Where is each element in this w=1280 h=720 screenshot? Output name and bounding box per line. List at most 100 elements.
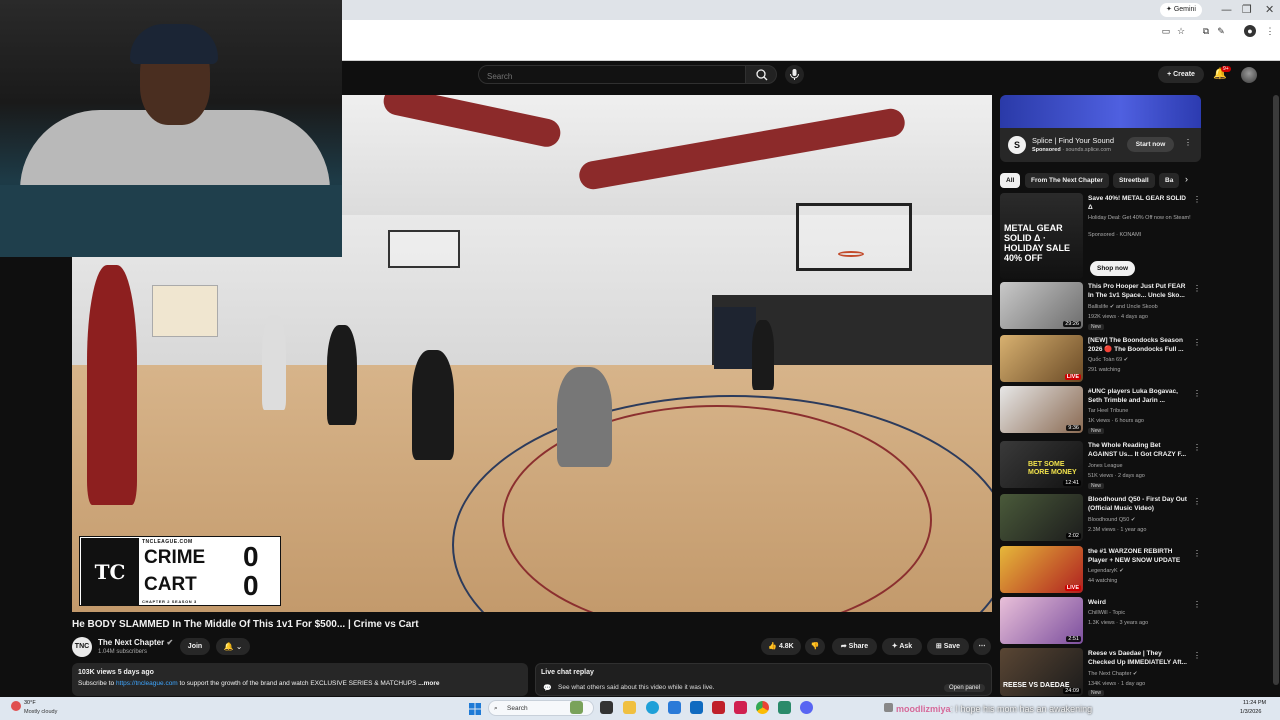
voice-search-button[interactable] — [785, 65, 804, 84]
channel-avatar[interactable]: TNC — [72, 637, 92, 657]
gemini-button[interactable]: ✦ Gemini — [1160, 3, 1202, 17]
rec-title[interactable]: Bloodhound Q50 - First Day Out (Official… — [1088, 496, 1190, 513]
rec-title[interactable]: This Pro Hooper Just Put FEAR In The 1v1… — [1088, 283, 1190, 300]
save-button[interactable]: ⊞ Save — [927, 638, 969, 655]
outlook-icon[interactable] — [690, 701, 703, 714]
windows-start-icon[interactable] — [469, 702, 481, 715]
referee-figure — [752, 320, 774, 390]
minimize-button[interactable]: — — [1221, 3, 1232, 16]
rec-thumbnail[interactable]: BET SOME MORE MONEY 12:41 — [1000, 441, 1083, 488]
browser-menu-icon[interactable]: ⋮ — [1264, 25, 1276, 37]
sidebar-ad-card[interactable]: S Splice | Find Your Sound Sponsored · s… — [1000, 95, 1201, 162]
rec-thumbnail[interactable]: 9:36 — [1000, 386, 1083, 433]
create-button[interactable]: + Create — [1158, 66, 1204, 83]
pin-icon[interactable]: ✎ — [1215, 25, 1227, 37]
rec-thumbnail[interactable]: REESE VS DAEDAE 24:09 — [1000, 648, 1083, 696]
task-view-icon[interactable] — [600, 701, 613, 714]
rec-meta1: ChillWill - Topic — [1088, 610, 1126, 616]
profile-icon[interactable]: ● — [1244, 25, 1256, 37]
rec-meta1: Jones League — [1088, 463, 1123, 469]
rec-more-icon[interactable]: ⋮ — [1193, 338, 1201, 347]
rec-more-icon[interactable]: ⋮ — [1193, 549, 1201, 558]
store-icon[interactable] — [668, 701, 681, 714]
rec-title[interactable]: The Whole Reading Bet AGAINST Us... It G… — [1088, 442, 1190, 459]
taskbar-time[interactable]: 11:24 PM — [1243, 700, 1266, 706]
rec-more-icon[interactable]: ⋮ — [1193, 389, 1201, 398]
weather-temp[interactable]: 30°F — [24, 700, 36, 706]
streamer-webcam — [0, 0, 342, 257]
search-button[interactable] — [745, 65, 777, 84]
rec-thumbnail[interactable]: LIVE — [1000, 546, 1083, 593]
rec-title[interactable]: Save 40%! METAL GEAR SOLID Δ — [1088, 195, 1190, 212]
cast-icon[interactable]: ▭ — [1160, 25, 1172, 37]
chat-message: : I hope his mom has an awakening — [950, 704, 1093, 714]
scorebug-season: CHAPTER 2 SEASON 3 — [142, 599, 197, 604]
edge-icon[interactable] — [646, 701, 659, 714]
chip-from-channel[interactable]: From The Next Chapter — [1025, 173, 1109, 188]
chip-all[interactable]: All — [1000, 173, 1021, 188]
dislike-button[interactable]: 👎 — [805, 638, 825, 655]
search-box[interactable] — [478, 65, 746, 85]
account-avatar[interactable] — [1241, 67, 1257, 83]
rec-thumb-text: REESE VS DAEDAE — [1003, 682, 1070, 689]
chip-streetball[interactable]: Streetball — [1113, 173, 1155, 188]
close-window-button[interactable]: ✕ — [1265, 3, 1274, 16]
chat-avatar-icon — [884, 703, 893, 712]
weather-desc: Mostly cloudy — [24, 709, 58, 715]
rec-more-icon[interactable]: ⋮ — [1193, 443, 1201, 452]
description-link[interactable]: https://tncleague.com — [116, 680, 178, 687]
chip-basketball[interactable]: Ba — [1159, 173, 1179, 188]
app-icon[interactable] — [778, 701, 791, 714]
page-scrollbar-thumb[interactable] — [1273, 95, 1279, 685]
widgets-icon[interactable] — [570, 701, 583, 714]
chrome-icon[interactable] — [756, 701, 769, 714]
discord-icon[interactable] — [800, 701, 813, 714]
rec-more-icon[interactable]: ⋮ — [1193, 497, 1201, 506]
rec-title[interactable]: the #1 WARZONE REBIRTH Player + NEW SNOW… — [1088, 548, 1190, 565]
league-logo: TC — [81, 538, 139, 606]
more-actions-button[interactable]: ⋯ — [973, 638, 991, 655]
share-button[interactable]: ➦ Share — [832, 638, 877, 655]
open-panel-button[interactable]: Open panel — [944, 684, 986, 692]
join-button[interactable]: Join — [180, 638, 210, 655]
shop-now-button[interactable]: Shop now — [1090, 261, 1136, 276]
rec-more-icon[interactable]: ⋮ — [1193, 195, 1201, 204]
maximize-button[interactable]: ❐ — [1242, 3, 1252, 16]
rec-thumbnail[interactable]: 2:02 — [1000, 494, 1083, 541]
rec-more-icon[interactable]: ⋮ — [1193, 651, 1201, 660]
search-input[interactable] — [479, 68, 745, 85]
ad-more-icon[interactable]: ⋮ — [1184, 138, 1192, 147]
rec-thumbnail[interactable]: METAL GEAR SOLID Δ · HOLIDAY SALE 40% OF… — [1000, 193, 1083, 279]
description-more-button[interactable]: ...more — [418, 680, 439, 687]
rec-more-icon[interactable]: ⋮ — [1193, 600, 1201, 609]
rec-thumbnail[interactable]: LIVE — [1000, 335, 1083, 382]
ad-start-now-button[interactable]: Start now — [1127, 137, 1174, 152]
chevron-right-icon[interactable]: › — [1185, 174, 1188, 184]
taskbar-date[interactable]: 1/3/2026 — [1240, 709, 1261, 715]
bookmark-star-icon[interactable]: ☆ — [1175, 25, 1187, 37]
webcam-headphones — [130, 24, 218, 64]
notification-count-badge: 9+ — [1221, 66, 1231, 72]
rec-title[interactable]: Reese vs Daedae | They Checked Up IMMEDI… — [1088, 650, 1190, 667]
media-icon[interactable] — [734, 701, 747, 714]
channel-name[interactable]: The Next Chapter ✔ — [98, 638, 173, 647]
address-bar[interactable] — [342, 20, 1280, 42]
subscription-bell-button[interactable]: 🔔 ⌄ — [216, 638, 250, 655]
ask-button[interactable]: ✦ Ask — [882, 638, 922, 655]
netflix-icon[interactable] — [712, 701, 725, 714]
spectator-figure — [87, 265, 137, 505]
file-explorer-icon[interactable] — [623, 701, 636, 714]
rec-title[interactable]: Weird — [1088, 599, 1190, 608]
rec-meta1: Tar Heel Tribune — [1088, 408, 1129, 414]
video-title: He BODY SLAMMED In The Middle Of This 1v… — [72, 619, 419, 630]
like-button[interactable]: 👍 4.8K — [761, 638, 801, 655]
rec-thumbnail[interactable]: 2:51 — [1000, 597, 1083, 644]
extension-icon[interactable]: ⧉ — [1200, 25, 1212, 37]
scorebug-score1: 0 — [243, 541, 259, 572]
rec-more-icon[interactable]: ⋮ — [1193, 284, 1201, 293]
rec-meta2: 134K views · 1 day ago — [1088, 681, 1146, 687]
rec-title[interactable]: [NEW] The Boondocks Season 2026 🔴 The Bo… — [1088, 337, 1190, 354]
weather-icon[interactable] — [11, 701, 21, 711]
rec-title[interactable]: #UNC players Luka Bogavac, Seth Trimble … — [1088, 388, 1190, 405]
rec-thumbnail[interactable]: 29:26 — [1000, 282, 1083, 329]
